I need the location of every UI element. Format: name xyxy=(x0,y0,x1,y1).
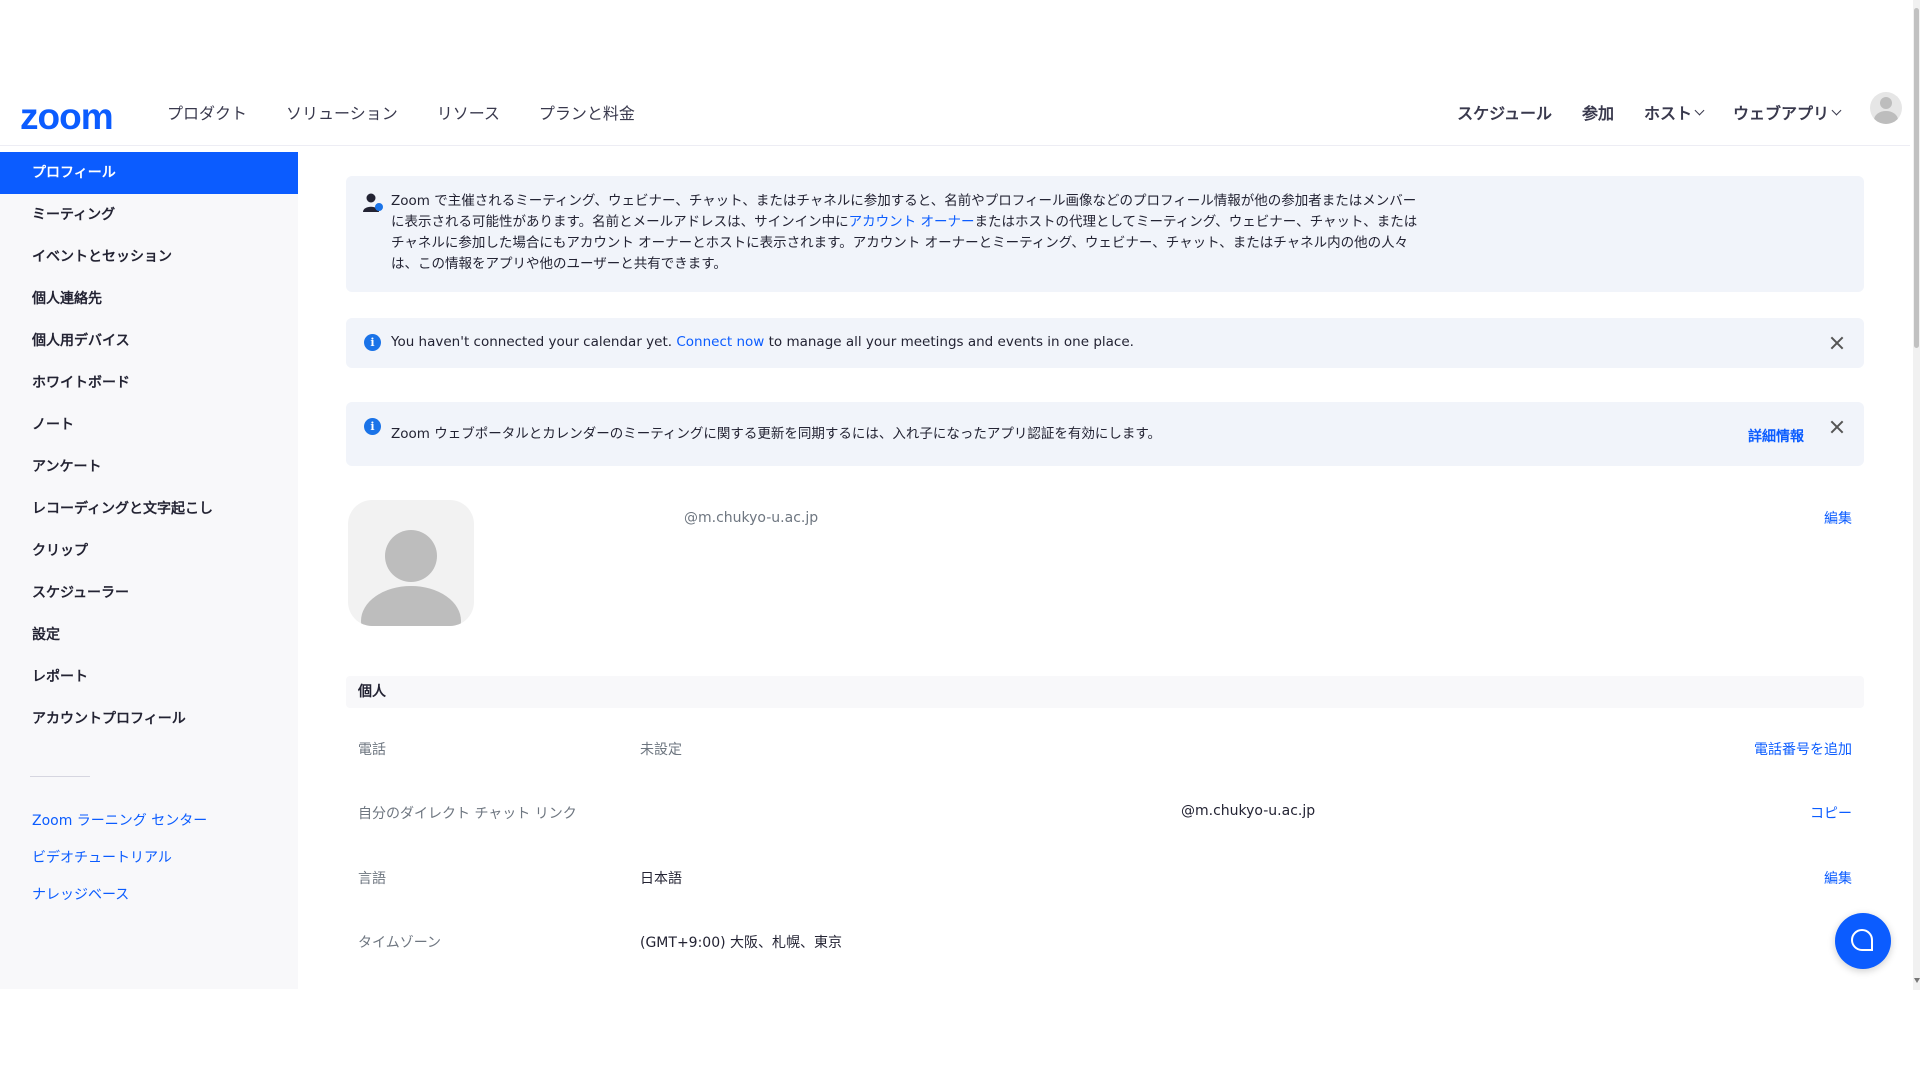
profile-email: @m.chukyo-u.ac.jp xyxy=(684,510,819,526)
avatar-body-shape xyxy=(361,586,461,626)
sidebar-item-recordings[interactable]: レコーディングと文字起こし xyxy=(0,488,298,530)
privacy-line-2-pre: に表示される可能性があります。名前とメールアドレスは、サインイン中に xyxy=(391,214,849,230)
privacy-line-4: は、この情報をアプリや他のユーザーと共有できます。 xyxy=(391,256,727,272)
info-icon: i xyxy=(364,418,381,435)
privacy-notice-text: Zoom で主催されるミーティング、ウェビナー、チャット、またはチャネルに参加す… xyxy=(391,191,1471,275)
nav-host-dropdown[interactable]: ホスト xyxy=(1643,100,1705,124)
close-icon[interactable] xyxy=(1830,420,1844,434)
sidebar-item-whiteboards[interactable]: ホワイトボード xyxy=(0,362,298,404)
calendar-banner-post: to manage all your meetings and events i… xyxy=(768,334,1134,350)
calendar-banner-pre: You haven't connected your calendar yet. xyxy=(391,334,673,350)
nav-resources[interactable]: リソース xyxy=(437,100,500,124)
privacy-notice-banner: Zoom で主催されるミーティング、ウェビナー、チャット、またはチャネルに参加す… xyxy=(346,176,1864,292)
nav-web-app-label: ウェブアプリ xyxy=(1732,104,1829,123)
privacy-line-3: チャネルに参加した場合にもアカウント オーナーとホストに表示されます。アカウント… xyxy=(391,235,1409,251)
sidebar-item-events-sessions[interactable]: イベントとセッション xyxy=(0,236,298,278)
nav-products[interactable]: プロダクト xyxy=(167,100,247,124)
sidebar-item-personal-contacts[interactable]: 個人連絡先 xyxy=(0,278,298,320)
sidebar-item-meetings[interactable]: ミーティング xyxy=(0,194,298,236)
privacy-line-2: に表示される可能性があります。名前とメールアドレスは、サインイン中にアカウント … xyxy=(391,212,1471,233)
calendar-banner-text: You haven't connected your calendar yet.… xyxy=(391,332,1134,353)
secondary-nav: スケジュール 参加 ホスト ウェブアプリ xyxy=(1457,92,1910,124)
account-owner-link[interactable]: アカウント オーナー xyxy=(849,214,975,230)
sidebar: プロフィール ミーティング イベントとセッション 個人連絡先 個人用デバイス ホ… xyxy=(0,152,298,989)
privacy-line-1: Zoom で主催されるミーティング、ウェビナー、チャット、またはチャネルに参加す… xyxy=(391,193,1417,209)
add-phone-button[interactable]: 電話番号を追加 xyxy=(1754,739,1852,759)
nav-join-label: 参加 xyxy=(1581,104,1614,123)
privacy-line-2-post: またはホストの代理としてミーティング、ウェビナー、チャット、または xyxy=(974,214,1418,230)
link-knowledge-base[interactable]: ナレッジベース xyxy=(0,877,298,914)
sidebar-item-account-profile[interactable]: アカウントプロフィール xyxy=(0,698,298,740)
timezone-label: タイムゾーン xyxy=(358,935,442,951)
sidebar-item-profile[interactable]: プロフィール xyxy=(0,152,298,194)
zoom-logo[interactable]: zoom xyxy=(20,96,114,138)
link-video-tutorials[interactable]: ビデオチュートリアル xyxy=(0,840,298,877)
sidebar-item-clips[interactable]: クリップ xyxy=(0,530,298,572)
sidebar-item-surveys[interactable]: アンケート xyxy=(0,446,298,488)
nav-web-app-dropdown[interactable]: ウェブアプリ xyxy=(1732,100,1842,124)
profile-avatar[interactable] xyxy=(348,500,474,626)
language-label: 言語 xyxy=(358,871,386,887)
edit-language-button[interactable]: 編集 xyxy=(1824,868,1852,888)
close-icon[interactable] xyxy=(1830,336,1844,350)
nav-plans-pricing[interactable]: プランと料金 xyxy=(539,100,635,124)
avatar-head-shape xyxy=(385,530,437,582)
connect-now-link[interactable]: Connect now xyxy=(676,334,764,350)
sidebar-divider xyxy=(30,776,90,777)
phone-label: 電話 xyxy=(358,742,386,758)
calendar-connect-banner: i You haven't connected your calendar ye… xyxy=(346,318,1864,368)
sidebar-item-scheduler[interactable]: スケジューラー xyxy=(0,572,298,614)
sidebar-item-personal-devices[interactable]: 個人用デバイス xyxy=(0,320,298,362)
primary-nav: プロダクト ソリューション リソース プランと料金 xyxy=(167,100,674,124)
scrollbar-thumb[interactable] xyxy=(1914,8,1919,348)
language-row: 言語 日本語 編集 xyxy=(346,862,1864,892)
timezone-value: (GMT+9:00) 大阪、札幌、東京 xyxy=(640,935,843,951)
chevron-down-icon xyxy=(1694,105,1705,115)
sidebar-item-notes[interactable]: ノート xyxy=(0,404,298,446)
phone-row: 電話 未設定 電話番号を追加 xyxy=(346,733,1864,763)
user-avatar-icon[interactable] xyxy=(1870,92,1902,124)
info-icon: i xyxy=(364,334,381,351)
person-info-icon xyxy=(363,193,383,212)
nav-host-label: ホスト xyxy=(1643,104,1692,123)
sidebar-item-reports[interactable]: レポート xyxy=(0,656,298,698)
copy-link-button[interactable]: コピー xyxy=(1810,803,1852,823)
personal-section-header: 個人 xyxy=(346,676,1864,708)
sidebar-item-settings[interactable]: 設定 xyxy=(0,614,298,656)
scroll-down-arrow-icon[interactable] xyxy=(1914,978,1920,983)
nav-schedule-label: スケジュール xyxy=(1457,104,1552,123)
timezone-row: タイムゾーン (GMT+9:00) 大阪、札幌、東京 編 xyxy=(346,926,1864,956)
phone-value: 未設定 xyxy=(640,742,682,758)
more-info-link[interactable]: 詳細情報 xyxy=(1748,426,1804,446)
sync-banner-text: Zoom ウェブポータルとカレンダーのミーティングに関する更新を同期するには、入… xyxy=(391,426,1162,442)
nav-schedule[interactable]: スケジュール xyxy=(1457,100,1552,124)
chevron-down-icon xyxy=(1831,105,1842,115)
direct-chat-link-value: @m.chukyo-u.ac.jp xyxy=(1181,803,1316,819)
direct-chat-link-row: 自分のダイレクト チャット リンク @m.chukyo-u.ac.jp コピー xyxy=(346,797,1864,827)
edit-profile-button[interactable]: 編集 xyxy=(1824,508,1852,528)
sync-auth-banner: i Zoom ウェブポータルとカレンダーのミーティングに関する更新を同期するには… xyxy=(346,402,1864,466)
chat-support-icon[interactable] xyxy=(1835,913,1891,969)
direct-chat-link-label: 自分のダイレクト チャット リンク xyxy=(358,806,577,822)
link-learning-center[interactable]: Zoom ラーニング センター xyxy=(0,803,298,840)
top-navigation: zoom プロダクト ソリューション リソース プランと料金 スケジュール 参加… xyxy=(0,86,1910,146)
language-value: 日本語 xyxy=(640,871,682,887)
nav-join[interactable]: 参加 xyxy=(1582,100,1614,124)
nav-solutions[interactable]: ソリューション xyxy=(286,100,398,124)
